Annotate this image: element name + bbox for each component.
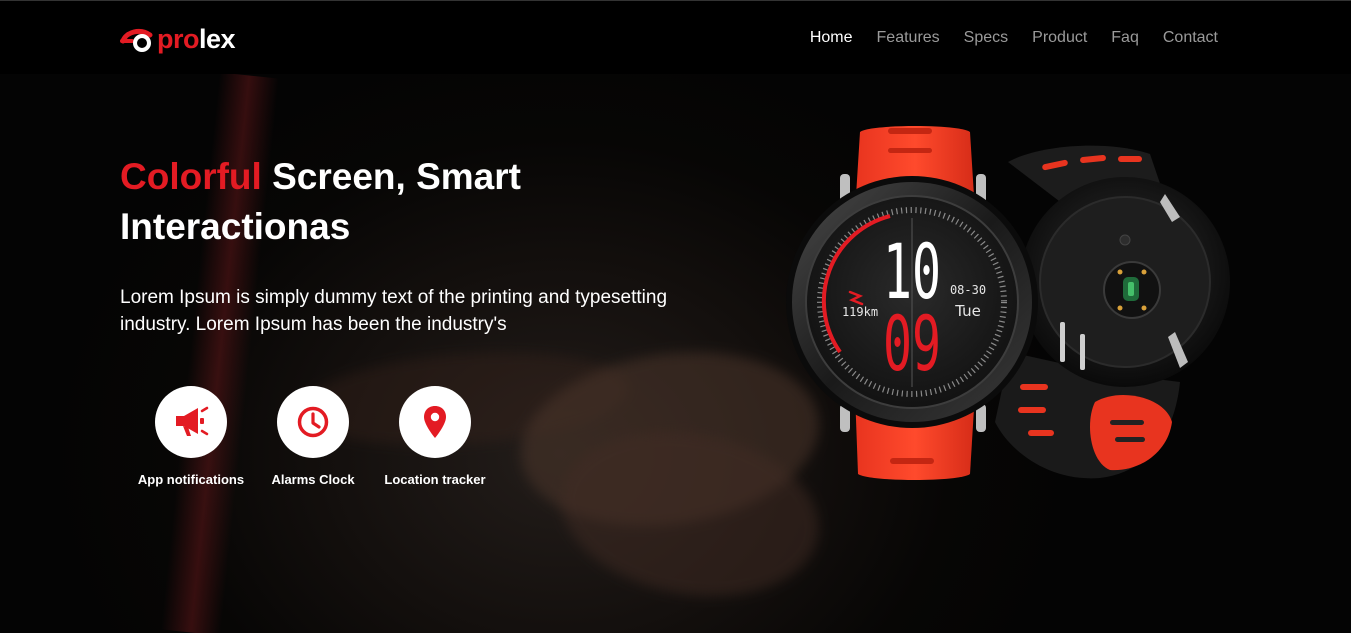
feature-list: App notifications Alarms Clock Location …	[130, 386, 496, 487]
watch-illustration: 10 09 08-30 Tue 119km	[786, 126, 1230, 480]
watch-date: 08-30	[950, 283, 986, 297]
feature-label: App notifications	[137, 472, 245, 487]
feature-app-notifications[interactable]: App notifications	[130, 386, 252, 487]
feature-icon-circle	[277, 386, 349, 458]
location-pin-icon	[424, 406, 446, 438]
watch-distance: 119km	[842, 305, 878, 319]
clock-icon	[297, 406, 329, 438]
feature-icon-circle	[155, 386, 227, 458]
nav-features[interactable]: Features	[877, 28, 940, 48]
hero-title: Colorful Screen, Smart Interactionas	[120, 152, 680, 252]
watch-minute: 09	[883, 299, 941, 388]
watch-weekday: Tue	[954, 302, 981, 320]
feature-label: Location tracker	[384, 472, 486, 487]
brand-name: prolex	[157, 24, 236, 54]
hero-description: Lorem Ipsum is simply dummy text of the …	[120, 287, 668, 335]
nav-faq[interactable]: Faq	[1111, 28, 1139, 48]
main-nav: Home Features Specs Product Faq Contact	[810, 28, 1218, 48]
site-header: prolex Home Features Specs Product Faq C…	[0, 0, 1351, 74]
feature-label: Alarms Clock	[271, 472, 355, 487]
nav-specs[interactable]: Specs	[964, 28, 1008, 48]
feature-alarms-clock[interactable]: Alarms Clock	[252, 386, 374, 487]
hero-title-accent: Colorful	[120, 156, 262, 197]
nav-product[interactable]: Product	[1032, 28, 1087, 48]
nav-home[interactable]: Home	[810, 28, 853, 48]
page: prolex Home Features Specs Product Faq C…	[0, 0, 1351, 633]
logo-mark-icon	[120, 28, 153, 52]
feature-location-tracker[interactable]: Location tracker	[374, 386, 496, 487]
megaphone-icon	[176, 406, 209, 436]
product-watch-image: 10 09 08-30 Tue 119km	[780, 122, 1240, 484]
nav-contact[interactable]: Contact	[1163, 28, 1218, 48]
brand-logo[interactable]: prolex	[120, 23, 236, 55]
feature-icon-circle	[399, 386, 471, 458]
